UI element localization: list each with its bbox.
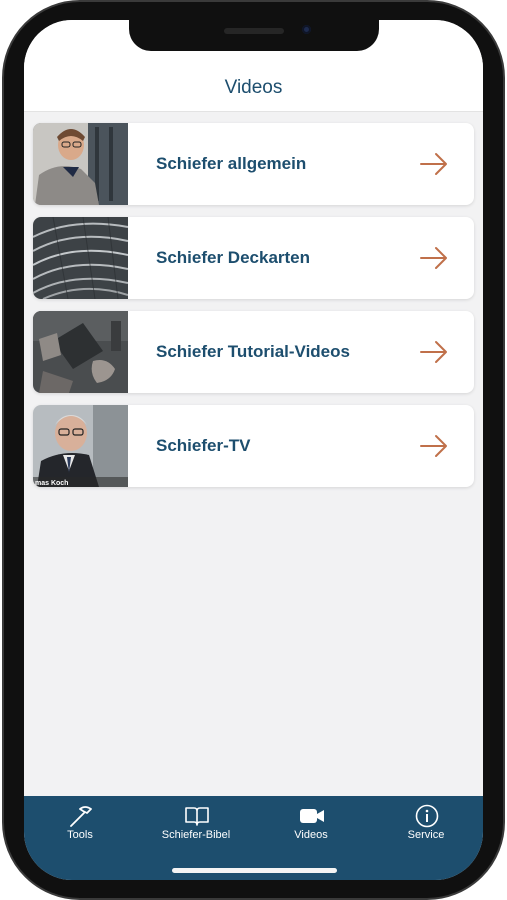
info-icon [415, 804, 439, 828]
front-camera [302, 25, 311, 34]
list-item-label: Schiefer-TV [156, 436, 251, 455]
book-icon [185, 807, 209, 826]
arrow-right-icon [420, 435, 447, 457]
home-indicator [172, 868, 337, 873]
list-item-schiefer-tv[interactable]: mas Koch Schiefer-TV [33, 405, 474, 487]
page-title: Videos [224, 77, 283, 98]
slate-tools-thumbnail [33, 311, 128, 393]
arrow-right-icon [420, 247, 447, 269]
tab-service[interactable]: Service [376, 796, 476, 856]
list-item-schiefer-tutorial-videos[interactable]: Schiefer Tutorial-Videos [33, 311, 474, 393]
tab-label: Videos [294, 829, 328, 841]
thumbnail-caption: mas Koch [35, 480, 68, 487]
slate-roof-thumbnail [33, 217, 128, 299]
notch [129, 20, 379, 51]
list-item-schiefer-allgemein[interactable]: Schiefer allgemein [33, 123, 474, 205]
tab-label: Schiefer-Bibel [161, 829, 231, 841]
hammer-icon [70, 806, 92, 827]
tab-tools[interactable]: Tools [30, 796, 130, 856]
list-item-label: Schiefer Tutorial-Videos [156, 342, 350, 361]
tab-label: Service [407, 829, 445, 841]
list-item-label: Schiefer Deckarten [156, 248, 311, 267]
arrow-right-icon [420, 153, 447, 175]
man-portrait-thumbnail [33, 123, 128, 205]
tab-videos[interactable]: Videos [261, 796, 361, 856]
video-camera-icon [300, 809, 324, 823]
speaker-grille [224, 28, 284, 34]
arrow-right-icon [420, 341, 447, 363]
list-item-label: Schiefer allgemein [156, 154, 307, 173]
app-screen: Videos Schiefer allgemein Schiefer Decka… [24, 20, 483, 880]
device: Videos Schiefer allgemein Schiefer Decka… [0, 0, 507, 900]
tab-schiefer-bibel[interactable]: Schiefer-Bibel [146, 796, 246, 856]
tab-label: Tools [67, 829, 93, 841]
man-with-glasses-thumbnail: mas Koch [33, 405, 128, 487]
list-item-schiefer-deckarten[interactable]: Schiefer Deckarten [33, 217, 474, 299]
